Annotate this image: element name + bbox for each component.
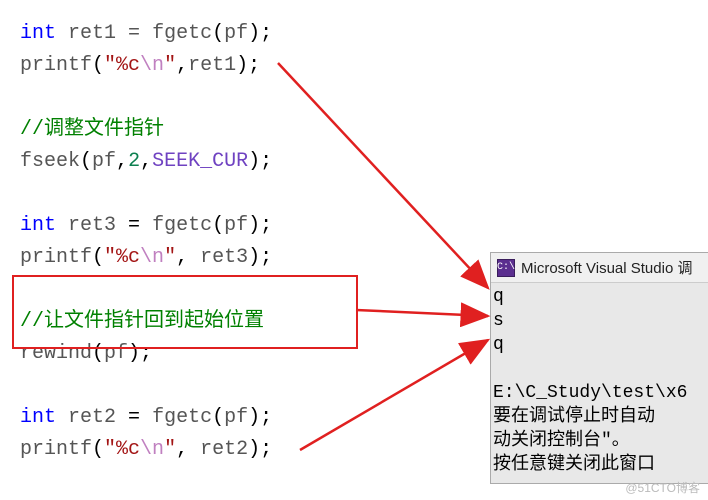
string-literal: "%c: [104, 438, 140, 461]
paren: (: [212, 214, 224, 237]
comment: //让文件指针回到起始位置: [20, 310, 264, 333]
identifier: ret3: [200, 246, 248, 269]
paren: );: [248, 438, 272, 461]
comment: //调整文件指针: [20, 118, 164, 141]
function-name: printf: [20, 438, 92, 461]
console-icon: C:\: [497, 259, 515, 277]
console-title-text: Microsoft Visual Studio 调: [521, 257, 692, 278]
comma: ,: [116, 150, 128, 173]
code-line-4: fseek(pf,2,SEEK_CUR);: [20, 146, 272, 178]
function-name: fgetc: [152, 406, 212, 429]
output-line-2: s: [493, 311, 504, 331]
code-line-5: int ret3 = fgetc(pf);: [20, 210, 272, 242]
code-line-8: rewind(pf);: [20, 338, 272, 370]
console-titlebar: C:\ Microsoft Visual Studio 调: [491, 253, 708, 283]
paren: (: [80, 150, 92, 173]
output-line-3: q: [493, 335, 504, 355]
paren: (: [212, 22, 224, 45]
console-window: C:\ Microsoft Visual Studio 调 q s q E:\C…: [490, 252, 708, 484]
code-line-1: int ret1 = fgetc(pf);: [20, 18, 272, 50]
identifier: ret1: [188, 54, 236, 77]
identifier: pf: [104, 342, 128, 365]
escape-seq: \n: [140, 438, 164, 461]
identifier: pf: [224, 406, 248, 429]
escape-seq: \n: [140, 246, 164, 269]
paren: );: [248, 214, 272, 237]
operator: =: [116, 22, 152, 45]
output-msg1: 要在调试停止时自动: [493, 407, 655, 427]
code-line-9: int ret2 = fgetc(pf);: [20, 402, 272, 434]
output-msg2: 动关闭控制台"。: [493, 431, 630, 451]
identifier: ret3: [68, 214, 116, 237]
identifier: ret2: [68, 406, 116, 429]
function-name: fgetc: [152, 214, 212, 237]
comma: ,: [176, 54, 188, 77]
output-msg3: 按任意键关闭此窗口: [493, 455, 655, 475]
comment-line-2: //让文件指针回到起始位置: [20, 306, 272, 338]
arrow-1: [278, 63, 488, 288]
code-line-2: printf("%c\n",ret1);: [20, 50, 272, 82]
identifier: ret1: [68, 22, 116, 45]
arrow-3: [300, 340, 488, 450]
comma: ,: [176, 246, 200, 269]
output-path: E:\C_Study\test\x6: [493, 383, 687, 403]
comment-line-1: //调整文件指针: [20, 114, 272, 146]
function-name: rewind: [20, 342, 92, 365]
string-literal: "%c: [104, 54, 140, 77]
output-line-1: q: [493, 287, 504, 307]
blank-line: [20, 370, 272, 402]
keyword-int: int: [20, 22, 56, 45]
string-literal: ": [164, 246, 176, 269]
keyword-int: int: [20, 214, 56, 237]
blank-line: [20, 274, 272, 306]
paren: (: [212, 406, 224, 429]
identifier: ret2: [200, 438, 248, 461]
paren: (: [92, 54, 104, 77]
function-name: printf: [20, 54, 92, 77]
escape-seq: \n: [140, 54, 164, 77]
paren: );: [248, 246, 272, 269]
code-line-10: printf("%c\n", ret2);: [20, 434, 272, 466]
paren: );: [236, 54, 260, 77]
number-literal: 2: [128, 150, 140, 173]
console-output: q s q E:\C_Study\test\x6 要在调试停止时自动 动关闭控制…: [491, 283, 708, 483]
macro-constant: SEEK_CUR: [152, 150, 248, 173]
blank-line: [20, 82, 272, 114]
keyword-int: int: [20, 406, 56, 429]
paren: );: [248, 22, 272, 45]
paren: );: [248, 406, 272, 429]
paren: );: [248, 150, 272, 173]
identifier: pf: [224, 22, 248, 45]
function-name: fseek: [20, 150, 80, 173]
identifier: pf: [224, 214, 248, 237]
paren: (: [92, 246, 104, 269]
code-line-6: printf("%c\n", ret3);: [20, 242, 272, 274]
string-literal: ": [164, 54, 176, 77]
function-name: printf: [20, 246, 92, 269]
blank-line: [20, 178, 272, 210]
string-literal: ": [164, 438, 176, 461]
paren: (: [92, 438, 104, 461]
code-block: int ret1 = fgetc(pf); printf("%c\n",ret1…: [20, 18, 272, 466]
comma: ,: [176, 438, 200, 461]
arrow-2: [356, 310, 488, 316]
identifier: pf: [92, 150, 116, 173]
paren: (: [92, 342, 104, 365]
paren: );: [128, 342, 152, 365]
comma: ,: [140, 150, 152, 173]
function-name: fgetc: [152, 22, 212, 45]
string-literal: "%c: [104, 246, 140, 269]
watermark: @51CTO博客: [625, 479, 700, 496]
